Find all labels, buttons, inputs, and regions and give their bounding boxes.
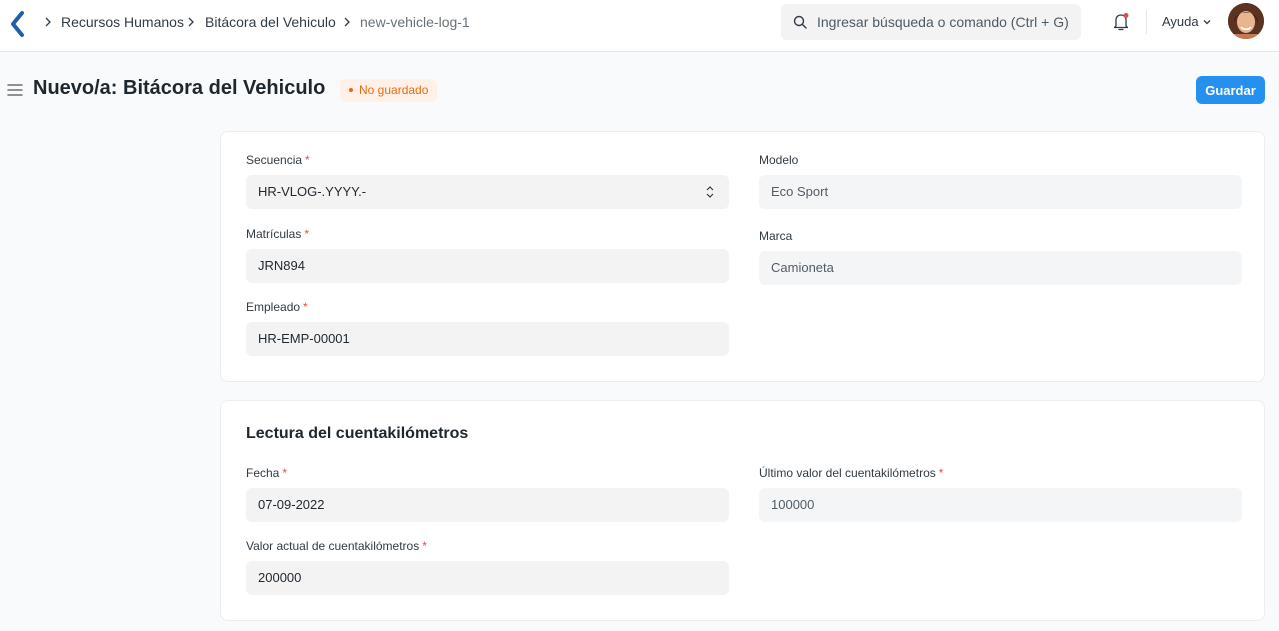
section-title: Lectura del cuentakilómetros — [246, 425, 469, 442]
make-field: Camioneta — [759, 251, 1242, 285]
chevron-right-icon — [45, 17, 51, 27]
plates-label: Matrículas * — [246, 227, 310, 241]
app-logo-icon[interactable] — [8, 10, 28, 38]
breadcrumb-doctype[interactable]: Bitácora del Vehiculo — [205, 14, 336, 30]
top-navbar: Recursos Humanos Bitácora del Vehiculo n… — [0, 0, 1279, 52]
chevron-down-icon[interactable] — [1202, 17, 1212, 27]
status-text: No guardado — [359, 83, 429, 97]
sequence-label: Secuencia * — [246, 153, 310, 167]
status-badge: No guardado — [340, 79, 438, 102]
select-arrows-icon — [706, 186, 714, 198]
date-label: Fecha * — [246, 466, 288, 480]
employee-label: Empleado * — [246, 300, 308, 314]
make-label: Marca — [759, 229, 793, 243]
current-odometer-field[interactable]: 200000 — [246, 561, 729, 595]
help-menu[interactable]: Ayuda — [1162, 14, 1199, 29]
model-label: Modelo — [759, 153, 799, 167]
breadcrumb-current: new-vehicle-log-1 — [360, 14, 470, 30]
employee-field[interactable]: HR-EMP-00001 — [246, 322, 729, 356]
plates-field[interactable]: JRN894 — [246, 249, 729, 283]
last-odometer-label: Último valor del cuentakilómetros * — [759, 466, 944, 480]
sequence-select[interactable]: HR-VLOG-.YYYY.- — [246, 175, 729, 209]
search-icon — [793, 15, 807, 29]
search-placeholder: Ingresar búsqueda o comando (Ctrl + G) — [817, 14, 1069, 30]
save-button[interactable]: Guardar — [1196, 76, 1265, 104]
page-title: Nuevo/a: Bitácora del Vehiculo — [33, 77, 326, 99]
model-field: Eco Sport — [759, 175, 1242, 209]
odometer-section: Lectura del cuentakilómetros Fecha * 07-0… — [220, 400, 1265, 621]
breadcrumb-module[interactable]: Recursos Humanos — [61, 14, 184, 30]
current-odometer-label: Valor actual de cuentakilómetros * — [246, 539, 427, 553]
details-section: Secuencia * HR-VLOG-.YYYY.- Matrículas * J… — [220, 131, 1265, 382]
search-bar[interactable]: Ingresar búsqueda o comando (Ctrl + G) — [781, 4, 1081, 40]
navbar-divider — [1146, 10, 1147, 34]
status-dot — [349, 87, 353, 92]
date-field[interactable]: 07-09-2022 — [246, 488, 729, 522]
chevron-right-icon — [188, 17, 194, 27]
bell-icon[interactable] — [1112, 12, 1130, 32]
hamburger-icon[interactable] — [7, 83, 23, 97]
avatar[interactable] — [1228, 3, 1264, 39]
chevron-right-icon — [344, 17, 350, 27]
last-odometer-field: 100000 — [759, 488, 1242, 522]
